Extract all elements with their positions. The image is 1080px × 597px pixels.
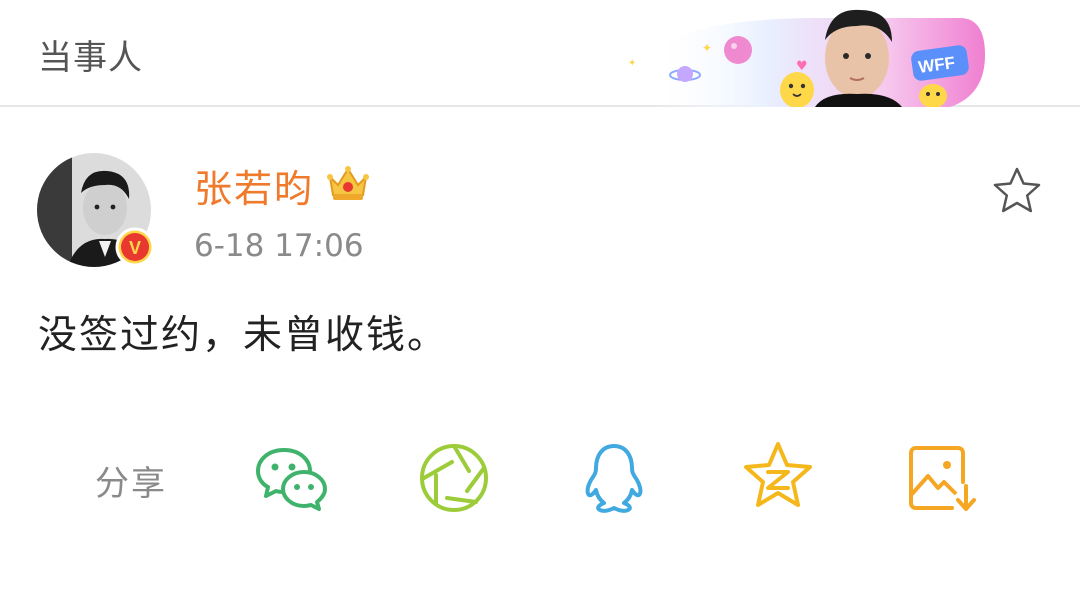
save-image-icon	[909, 446, 976, 511]
share-label: 分享	[95, 464, 167, 504]
author-row: 张若昀	[194, 158, 370, 213]
svg-text:✦: ✦	[628, 58, 636, 69]
crown-icon	[326, 163, 370, 207]
share-wechat-button[interactable]	[252, 438, 332, 518]
favorite-star-icon[interactable]	[990, 164, 1044, 218]
svg-text:♥: ♥	[796, 59, 808, 74]
qzone-icon	[744, 442, 812, 507]
author-name[interactable]: 张若昀	[194, 158, 314, 213]
svg-text:✦: ✦	[702, 41, 712, 55]
post-timestamp: 6-18 17:06	[194, 228, 364, 264]
share-moments-button[interactable]	[414, 438, 494, 518]
svg-text:V: V	[129, 238, 141, 258]
wechat-icon	[256, 448, 327, 511]
top-bar: 当事人 ✦ ✦ ♥ WFF	[0, 0, 1080, 108]
share-qq-button[interactable]	[574, 438, 654, 518]
qq-icon	[585, 444, 643, 513]
page-title: 当事人	[38, 38, 143, 78]
weibo-post-card: V 张若昀 6-18 17:06 没签过约，未曾收钱。 分享	[0, 108, 1080, 597]
verified-badge-icon: V	[115, 227, 155, 267]
share-qzone-button[interactable]	[738, 438, 818, 518]
wechat-moments-icon	[420, 444, 488, 512]
save-image-button[interactable]	[900, 438, 980, 518]
share-bar: 分享	[0, 438, 1080, 518]
post-content: 没签过约，未曾收钱。	[38, 313, 449, 358]
author-avatar[interactable]: V	[37, 153, 155, 269]
promo-banner[interactable]: ✦ ✦ ♥ WFF	[610, 0, 1010, 108]
